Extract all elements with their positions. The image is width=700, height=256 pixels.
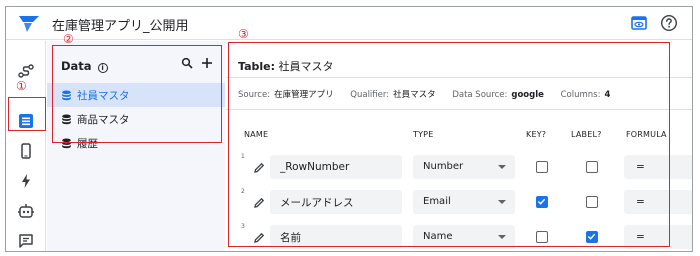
data-panel-title: Data i	[61, 59, 108, 73]
chevron-down-icon	[498, 165, 506, 169]
key-checkbox[interactable]	[536, 231, 548, 243]
column-header-name: NAME	[244, 130, 269, 139]
column-name-field[interactable]	[270, 225, 402, 249]
column-header-key: KEY?	[526, 130, 547, 139]
chat-icon	[19, 234, 33, 248]
pencil-icon[interactable]	[253, 232, 265, 244]
rail-item-actions[interactable]	[16, 171, 36, 191]
table-row: 3 Name =	[226, 221, 692, 251]
row-number: 1	[241, 153, 245, 160]
divider	[226, 109, 692, 110]
column-type-select[interactable]: Email	[413, 190, 515, 214]
top-bar: 在庫管理アプリ_公開用	[6, 7, 692, 40]
table-list-item-products[interactable]: 商品マスタ	[47, 107, 225, 131]
table-list-item-history[interactable]: 履歴	[47, 131, 225, 155]
chevron-down-icon	[498, 200, 506, 204]
divider	[226, 77, 692, 78]
database-icon	[62, 90, 71, 100]
phone-icon	[21, 143, 31, 159]
row-number: 2	[241, 188, 245, 195]
column-type-select[interactable]: Number	[413, 155, 515, 179]
key-checkbox[interactable]	[536, 161, 548, 173]
lightning-icon	[22, 174, 30, 188]
annotation-number-3: ③	[238, 27, 249, 41]
label-checkbox[interactable]	[586, 231, 598, 243]
formula-field[interactable]: =	[624, 225, 692, 249]
rail-item-automation[interactable]	[16, 61, 36, 81]
checkmark-icon	[587, 233, 596, 240]
column-name-field[interactable]	[270, 190, 402, 214]
table-row: 2 Email =	[226, 186, 692, 220]
table-list: 社員マスタ 商品マスタ 履歴	[47, 83, 225, 155]
column-header-formula: FORMULA	[626, 130, 667, 139]
rail-item-automation-bot[interactable]	[16, 201, 36, 221]
app-window: 在庫管理アプリ_公開用 Data i 社員マスタ 商品マスタ 履歴 Table:…	[5, 6, 693, 252]
route-icon	[18, 64, 34, 78]
table-title: Table: 社員マスタ	[238, 60, 334, 73]
table-row: 1 Number =	[226, 151, 692, 185]
annotation-number-2: ②	[63, 32, 74, 46]
label-checkbox[interactable]	[586, 196, 598, 208]
row-number: 3	[241, 223, 245, 230]
formula-field[interactable]: =	[624, 190, 692, 214]
info-icon[interactable]: i	[97, 63, 108, 73]
search-icon[interactable]	[181, 57, 193, 69]
chevron-down-icon	[498, 235, 506, 239]
rail-item-views[interactable]	[16, 141, 36, 161]
database-icon	[62, 138, 71, 148]
table-list-item-employees[interactable]: 社員マスタ	[47, 83, 225, 107]
column-header-label: LABEL?	[571, 130, 602, 139]
annotation-number-1: ①	[16, 79, 27, 93]
appsheet-logo-icon	[19, 16, 39, 32]
bot-icon	[18, 204, 34, 218]
add-icon[interactable]	[201, 57, 213, 69]
left-rail	[6, 41, 46, 251]
database-icon	[62, 114, 71, 124]
data-icon	[19, 114, 33, 128]
column-type-select[interactable]: Name	[413, 225, 515, 249]
rail-item-intelligence[interactable]	[16, 231, 36, 251]
table-meta: Source: 在庫管理アプリ Qualifier: 社員マスタ Data Sour…	[238, 90, 611, 100]
column-name-field[interactable]	[270, 155, 402, 179]
preview-icon[interactable]	[630, 14, 648, 32]
column-header-type: TYPE	[413, 130, 434, 139]
label-checkbox[interactable]	[586, 161, 598, 173]
checkmark-icon	[537, 198, 546, 205]
table-panel: Table: 社員マスタ Source: 在庫管理アプリ Qualifier: 社員…	[226, 41, 692, 251]
pencil-icon[interactable]	[253, 162, 265, 174]
pencil-icon[interactable]	[253, 197, 265, 209]
help-icon[interactable]	[660, 14, 678, 32]
data-panel: Data i 社員マスタ 商品マスタ 履歴	[47, 41, 225, 251]
formula-field[interactable]: =	[624, 155, 692, 179]
rail-item-data[interactable]	[16, 111, 36, 131]
key-checkbox[interactable]	[536, 196, 548, 208]
